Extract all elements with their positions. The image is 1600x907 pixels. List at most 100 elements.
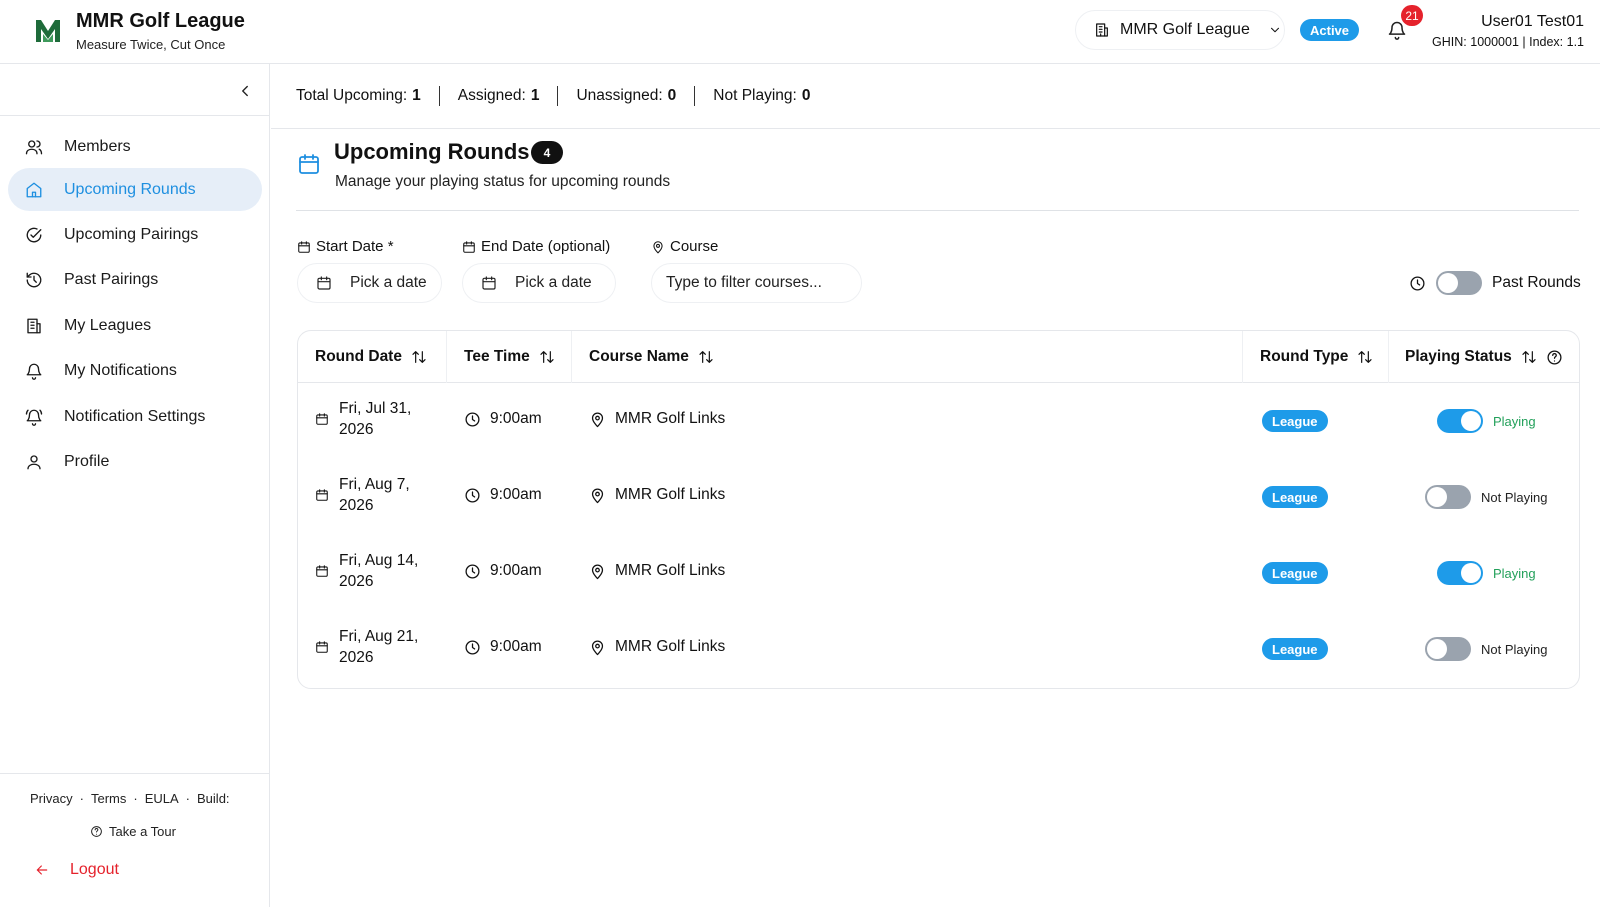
- total-upcoming-value: 1: [412, 87, 421, 104]
- playing-status-cell: Playing: [1437, 561, 1536, 585]
- toggle-knob: [1427, 487, 1447, 507]
- column-divider: [1242, 331, 1243, 383]
- sidebar-item-upcoming-pairings[interactable]: Upcoming Pairings: [8, 213, 262, 256]
- user-name[interactable]: User01 Test01: [1481, 13, 1584, 31]
- footer-links: Privacy · Terms · EULA · Build:: [30, 791, 230, 806]
- column-header-course-name[interactable]: Course Name: [589, 331, 714, 383]
- column-label: Course Name: [589, 348, 689, 365]
- playing-status-cell: Playing: [1437, 409, 1536, 433]
- column-label: Round Type: [1260, 348, 1349, 365]
- round-type-badge: League: [1262, 486, 1328, 508]
- playing-status-toggle[interactable]: [1425, 485, 1471, 509]
- sidebar-item-notification-settings[interactable]: Notification Settings: [8, 395, 262, 438]
- round-type-badge: League: [1262, 638, 1328, 660]
- playing-status-toggle[interactable]: [1437, 561, 1483, 585]
- stats-divider: [694, 86, 696, 106]
- sidebar-item-upcoming-rounds[interactable]: Upcoming Rounds: [8, 168, 262, 211]
- help-circle-icon[interactable]: [1546, 349, 1563, 366]
- column-label: Round Date: [315, 348, 402, 365]
- league-selector[interactable]: MMR Golf League: [1075, 10, 1285, 50]
- sidebar-item-label: Profile: [64, 452, 110, 470]
- playing-status-toggle[interactable]: [1437, 409, 1483, 433]
- league-selector-label: MMR Golf League: [1120, 21, 1250, 38]
- past-rounds-toggle[interactable]: [1436, 271, 1482, 295]
- logout-label: Logout: [70, 861, 119, 878]
- history-icon: [26, 272, 42, 287]
- status-badge: Active: [1300, 19, 1360, 41]
- clock-icon: [1410, 275, 1425, 291]
- column-header-tee-time[interactable]: Tee Time: [464, 331, 555, 383]
- sidebar-item-my-leagues[interactable]: My Leagues: [8, 304, 262, 347]
- toggle-knob: [1438, 273, 1458, 293]
- map-pin-icon: [591, 488, 604, 503]
- rounds-table: Round Date Tee Time Course Name Round Ty…: [297, 330, 1580, 689]
- sidebar-item-label: My Notifications: [64, 361, 177, 379]
- sidebar: Members Upcoming Rounds Upcoming Pairing…: [0, 64, 270, 907]
- table-row: Fri, Jul 31, 2026 9:00am MMR Golf Links L…: [298, 383, 1579, 459]
- sidebar-item-label: Members: [64, 137, 131, 155]
- end-date-label: End Date (optional): [462, 238, 610, 255]
- bell-icon: [26, 363, 42, 380]
- sidebar-item-profile[interactable]: Profile: [8, 440, 262, 483]
- sidebar-item-past-pairings[interactable]: Past Pairings: [8, 258, 262, 301]
- sidebar-item-members[interactable]: Members: [8, 125, 262, 168]
- round-date-cell: Fri, Aug 21, 2026: [315, 626, 429, 668]
- toggle-knob: [1427, 639, 1447, 659]
- app-title: MMR Golf League: [76, 10, 245, 32]
- help-circle-icon: [91, 826, 102, 837]
- title-divider: [296, 210, 1579, 211]
- sort-icon: [412, 351, 426, 363]
- round-type-cell: League: [1262, 562, 1328, 584]
- course-label-text: Course: [670, 238, 719, 255]
- calendar-icon: [299, 154, 319, 174]
- round-date-line: Fri, Jul 31,: [339, 400, 412, 417]
- start-date-placeholder: Pick a date: [350, 274, 427, 291]
- sort-icon: [540, 351, 554, 363]
- round-stats-bar: Total Upcoming: 1 Assigned: 1 Unassigned…: [296, 86, 810, 106]
- course-filter-input[interactable]: Type to filter courses...: [651, 263, 862, 303]
- calendar-icon: [316, 489, 328, 501]
- user-ghin-index: GHIN: 1000001 | Index: 1.1: [1432, 35, 1584, 49]
- unassigned-value: 0: [667, 87, 677, 104]
- notification-count-badge: 21: [1401, 5, 1423, 26]
- course-name: MMR Golf Links: [615, 562, 726, 579]
- round-date-line: Fri, Aug 21,: [339, 628, 419, 645]
- bell-ring-icon: [25, 409, 43, 426]
- table-header: Round Date Tee Time Course Name Round Ty…: [298, 331, 1579, 383]
- sidebar-divider: [0, 115, 270, 116]
- sidebar-item-label: Notification Settings: [64, 407, 206, 425]
- take-a-tour-button[interactable]: Take a Tour: [90, 824, 176, 839]
- round-type-badge: League: [1262, 562, 1328, 584]
- top-header: MMR Golf League Measure Twice, Cut Once …: [0, 0, 1600, 64]
- course-name-cell: MMR Golf Links: [589, 410, 725, 428]
- sidebar-item-label: Past Pairings: [64, 270, 159, 288]
- map-pin-icon: [591, 564, 604, 579]
- end-date-picker[interactable]: Pick a date: [462, 263, 616, 303]
- stats-divider: [557, 86, 559, 106]
- start-date-picker[interactable]: Pick a date: [297, 263, 442, 303]
- privacy-link[interactable]: Privacy: [30, 791, 73, 806]
- sidebar-item-my-notifications[interactable]: My Notifications: [8, 349, 262, 392]
- assigned-value: 1: [530, 87, 540, 104]
- terms-link[interactable]: Terms: [91, 791, 126, 806]
- collapse-sidebar-icon[interactable]: [236, 82, 254, 100]
- column-header-round-date[interactable]: Round Date: [315, 331, 427, 383]
- course-filter-placeholder: Type to filter courses...: [666, 274, 822, 291]
- column-label: Playing Status: [1405, 348, 1512, 365]
- table-row: Fri, Aug 21, 2026 9:00am MMR Golf Links L…: [298, 611, 1579, 687]
- tee-time-cell: 9:00am: [464, 562, 542, 580]
- calendar-icon: [316, 565, 328, 577]
- column-header-playing-status[interactable]: Playing Status: [1405, 331, 1563, 383]
- calendar-icon: [316, 641, 328, 653]
- playing-status-toggle[interactable]: [1425, 637, 1471, 661]
- eula-link[interactable]: EULA: [145, 791, 179, 806]
- sort-icon: [1522, 351, 1536, 363]
- course-name: MMR Golf Links: [615, 410, 726, 427]
- course-name: MMR Golf Links: [615, 486, 726, 503]
- logout-button[interactable]: Logout: [34, 861, 119, 879]
- column-divider: [571, 331, 572, 383]
- separator-dot: ·: [79, 791, 84, 806]
- column-header-round-type[interactable]: Round Type: [1260, 331, 1373, 383]
- calendar-icon: [482, 276, 496, 290]
- round-date-year: 2026: [339, 421, 374, 438]
